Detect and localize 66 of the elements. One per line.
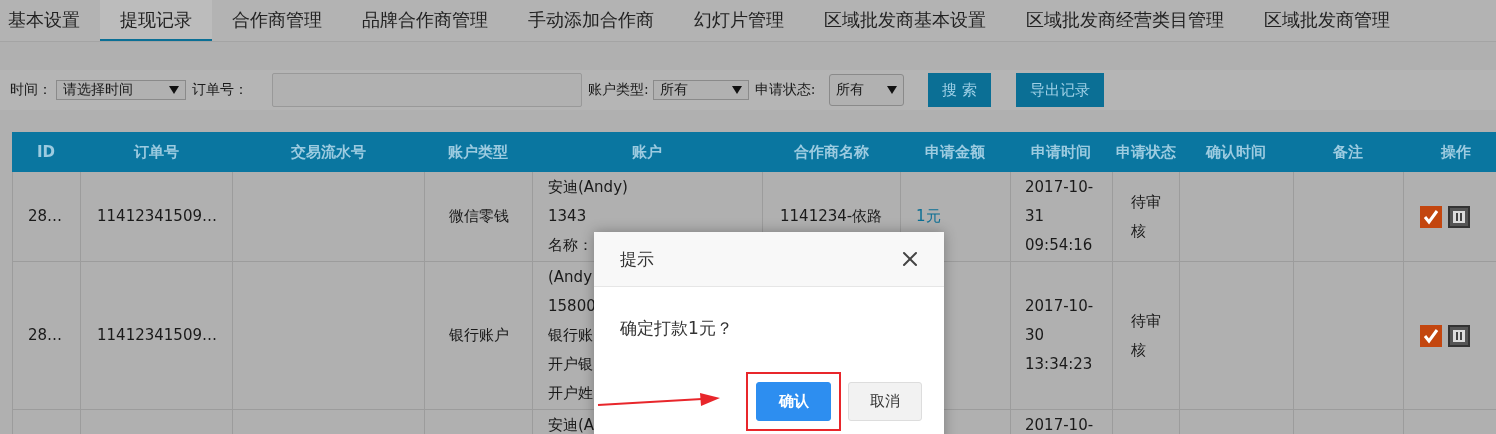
column-header: 申请状态 bbox=[1115, 142, 1176, 162]
check-icon[interactable] bbox=[1420, 324, 1442, 347]
caret-icon bbox=[731, 86, 742, 94]
filter-label: 申请状态: bbox=[754, 81, 816, 99]
cell-text: 2017-10- bbox=[1025, 415, 1094, 434]
tab[interactable]: 区域批发商基本设置 bbox=[804, 0, 1006, 41]
cell-text: 安迪(Andy) bbox=[548, 177, 628, 198]
cell-text: 28… bbox=[28, 206, 63, 227]
account-type-select[interactable]: 所有 bbox=[652, 80, 749, 100]
tab[interactable]: 幻灯片管理 bbox=[674, 0, 804, 41]
cell-text: 微信零钱 bbox=[448, 206, 509, 227]
column-header: 备注 bbox=[1333, 142, 1363, 162]
tab[interactable]: 合作商管理 bbox=[212, 0, 342, 41]
pause-icon[interactable] bbox=[1448, 205, 1470, 228]
cell-text: 安迪(A bbox=[548, 415, 595, 434]
cell-text: 开户银 bbox=[548, 354, 593, 375]
cell-text: 28… bbox=[28, 325, 63, 346]
cell-text: 30 bbox=[1025, 325, 1045, 346]
column-header: 确认时间 bbox=[1206, 142, 1266, 162]
status-select[interactable]: 所有 bbox=[829, 74, 905, 106]
column-header: 账户类型 bbox=[448, 142, 508, 162]
cell-text: 11412341509… bbox=[97, 325, 217, 346]
filter-label: 订单号： bbox=[192, 81, 248, 99]
tab[interactable]: 提现记录 bbox=[100, 0, 212, 41]
column-header: 账户 bbox=[632, 142, 662, 162]
tab[interactable]: 品牌合作商管理 bbox=[342, 0, 508, 41]
filter-label: 时间： bbox=[10, 81, 52, 99]
column-header: ID bbox=[36, 143, 55, 161]
cell-text: 15800 bbox=[548, 296, 596, 317]
tab[interactable]: 区域批发商管理 bbox=[1244, 0, 1410, 41]
cell-text: 1343 bbox=[548, 206, 587, 227]
order-input-field[interactable] bbox=[272, 73, 582, 107]
cell-text: 2017-10- bbox=[1025, 296, 1094, 317]
cell-text: 11412341509… bbox=[97, 206, 217, 227]
dialog-message: 确定打款1元？ bbox=[620, 318, 733, 338]
filter-label: 账户类型: bbox=[588, 81, 649, 99]
column-header: 申请金额 bbox=[925, 142, 985, 162]
tab[interactable]: 手动添加合作商 bbox=[508, 0, 674, 41]
cell-text: 31 bbox=[1025, 206, 1045, 227]
cell-text: 13:34:23 bbox=[1025, 354, 1093, 375]
column-header: 交易流水号 bbox=[290, 142, 366, 162]
cell-text: 1141234-依路 bbox=[780, 206, 883, 227]
caret-icon bbox=[887, 86, 898, 94]
tab[interactable]: 区域批发商经营类目管理 bbox=[1006, 0, 1244, 41]
cell-text: 2017-10- bbox=[1025, 177, 1094, 198]
cell-text: 核 bbox=[1131, 220, 1146, 242]
cell-text: 银行账户 bbox=[448, 325, 509, 346]
cell-text: 核 bbox=[1131, 339, 1146, 361]
column-header: 申请时间 bbox=[1031, 142, 1091, 162]
cancel-button[interactable]: 取消 bbox=[848, 382, 922, 421]
caret-icon bbox=[169, 86, 179, 94]
time-select[interactable]: 请选择时间 bbox=[56, 80, 186, 100]
dialog-title: 提示 bbox=[620, 247, 654, 271]
column-header: 操作 bbox=[1440, 142, 1471, 162]
cell-text: 银行账 bbox=[548, 325, 593, 346]
column-header: 订单号 bbox=[133, 142, 179, 162]
tab[interactable]: 基本设置 bbox=[0, 0, 100, 41]
pause-icon[interactable] bbox=[1448, 324, 1470, 347]
column-header: 合作商名称 bbox=[793, 142, 869, 162]
cell-text: 名称： bbox=[548, 235, 593, 256]
cell-text: 09:54:16 bbox=[1025, 235, 1093, 256]
cell-text: 待审 bbox=[1131, 191, 1161, 213]
check-icon[interactable] bbox=[1420, 205, 1442, 228]
cell-text: (Andy bbox=[548, 267, 593, 288]
cell-text: 开户姓 bbox=[548, 383, 593, 404]
cell-text: 待审 bbox=[1131, 310, 1161, 332]
